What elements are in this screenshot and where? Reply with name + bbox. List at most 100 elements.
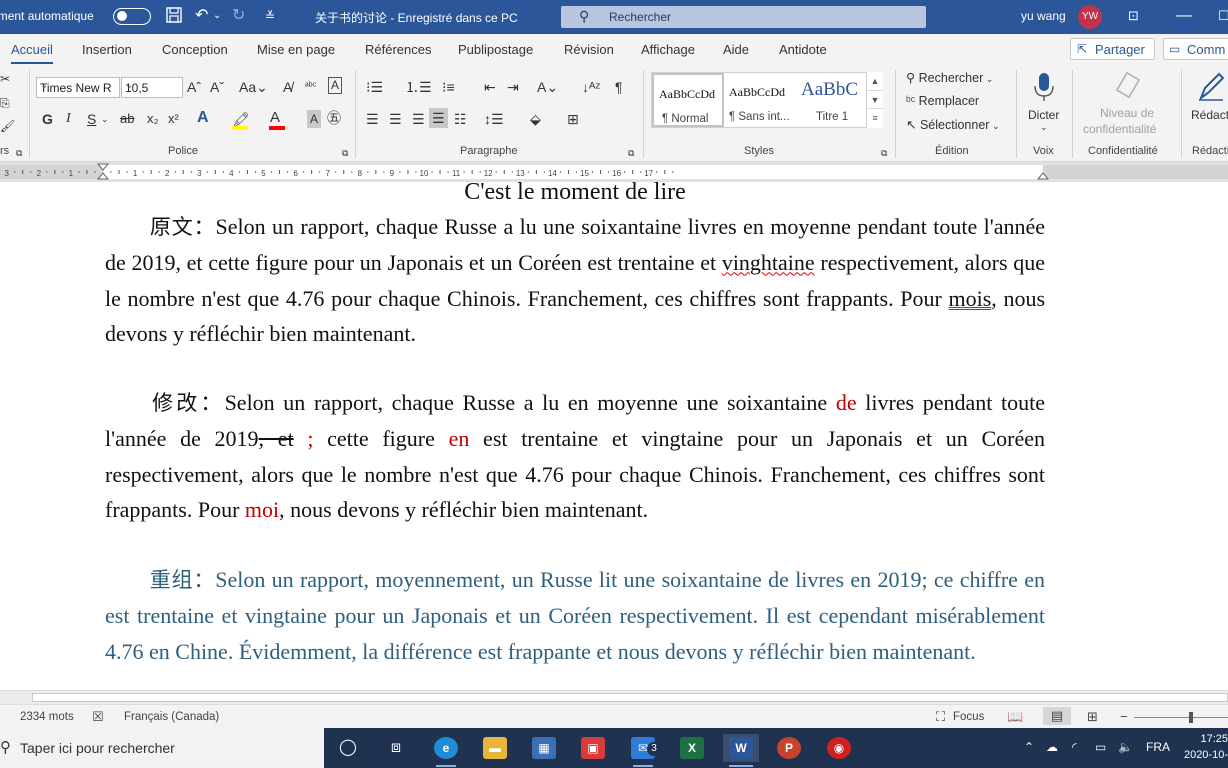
tab-mise-en-page[interactable]: Mise en page bbox=[257, 42, 335, 57]
copy-icon[interactable]: ⎘ bbox=[0, 94, 10, 112]
change-case-icon[interactable]: Aa⌄ bbox=[239, 78, 268, 96]
chevron-up-icon[interactable]: ▲ bbox=[867, 72, 883, 90]
tab-conception[interactable]: Conception bbox=[162, 42, 228, 57]
grammar-flag-word[interactable]: mois bbox=[948, 286, 991, 311]
style-sans-interligne[interactable]: AaBbCcDd ¶ Sans int... bbox=[725, 73, 797, 127]
align-center-icon[interactable]: ☰ bbox=[389, 110, 402, 128]
strikethrough-icon[interactable]: ab bbox=[120, 110, 134, 128]
screen-recorder-icon[interactable]: ◉ bbox=[823, 734, 855, 762]
asian-layout-icon[interactable]: A⌄ bbox=[537, 78, 558, 96]
store-icon[interactable]: ▦ bbox=[528, 734, 560, 762]
shrink-font-icon[interactable]: Aˇ bbox=[210, 78, 224, 96]
task-view-icon[interactable]: ⧈ bbox=[380, 734, 412, 762]
save-icon[interactable] bbox=[165, 6, 183, 30]
underline-dropdown-icon[interactable]: ⌄ bbox=[101, 110, 109, 128]
subscript-icon[interactable]: x₂ bbox=[147, 110, 159, 128]
focus-label[interactable]: Focus bbox=[953, 711, 984, 723]
borders-icon[interactable]: ⊞ bbox=[567, 110, 579, 128]
character-shading-icon[interactable]: A bbox=[307, 110, 322, 128]
superscript-icon[interactable]: x² bbox=[168, 110, 179, 128]
shading-icon[interactable]: ⬙ bbox=[530, 110, 541, 128]
line-spacing-icon[interactable]: ↕☰ bbox=[484, 110, 504, 128]
replace-button[interactable]: ᵇᶜ Remplacer bbox=[906, 94, 979, 108]
ribbon-display-icon[interactable]: ⊡ bbox=[1128, 6, 1139, 26]
styles-dialog-launcher-icon[interactable]: ⧉ bbox=[881, 144, 887, 162]
enclose-character-icon[interactable]: ㊄ bbox=[327, 109, 341, 127]
undo-dropdown-icon[interactable]: ⌄ bbox=[213, 6, 221, 26]
increase-indent-icon[interactable]: ⇥ bbox=[507, 78, 519, 96]
maximize-icon[interactable]: ☐ bbox=[1218, 6, 1228, 26]
zoom-slider[interactable] bbox=[1134, 717, 1228, 718]
volume-icon[interactable]: 🔈 bbox=[1118, 740, 1133, 754]
phonetic-guide-icon[interactable]: ᵃᵇᶜ bbox=[305, 78, 316, 96]
word-count[interactable]: 2334 mots bbox=[20, 711, 74, 723]
zoom-slider-thumb[interactable] bbox=[1189, 712, 1193, 723]
multilevel-list-icon[interactable]: ⁝≡ bbox=[442, 78, 455, 96]
paragraph-dialog-launcher-icon[interactable]: ⧉ bbox=[628, 144, 634, 162]
distributed-icon[interactable]: ☷ bbox=[454, 110, 467, 128]
bold-icon[interactable]: G bbox=[42, 110, 53, 128]
wifi-icon[interactable]: ◜ bbox=[1072, 740, 1077, 754]
editor-button[interactable]: Rédacte bbox=[1185, 68, 1228, 140]
zoom-out-icon[interactable]: − bbox=[1120, 709, 1128, 724]
tab-publipostage[interactable]: Publipostage bbox=[458, 42, 533, 57]
mail-icon[interactable]: ✉ 3 bbox=[627, 734, 661, 767]
spelling-error-word[interactable]: vinghtaine bbox=[722, 250, 815, 275]
style-titre-1[interactable]: AaBbC Titre 1 bbox=[798, 73, 870, 127]
font-color-icon[interactable]: A bbox=[270, 109, 280, 127]
font-size-select[interactable]: 10,5 ⌄ bbox=[121, 77, 183, 98]
text-effects-icon[interactable]: A bbox=[197, 109, 209, 127]
horizontal-scrollbar[interactable] bbox=[0, 690, 1228, 704]
underline-icon[interactable]: S bbox=[87, 110, 96, 128]
redo-icon[interactable]: ↻ bbox=[232, 6, 245, 26]
onedrive-icon[interactable]: ☁ bbox=[1046, 740, 1058, 754]
cut-icon[interactable]: ✂ bbox=[0, 70, 10, 88]
sensitivity-button[interactable]: Niveau de confidentialité bbox=[1078, 68, 1176, 140]
bullets-icon[interactable]: ⁝☰ bbox=[366, 78, 383, 96]
avatar[interactable]: YW bbox=[1078, 5, 1102, 29]
styles-scroll[interactable]: ▲ ▼ ≡ bbox=[866, 72, 883, 128]
horizontal-ruler[interactable]: 3 2 1 1 2 3 4 5 6 7 8 9 10 11 12 13 14 15 16 17 bbox=[0, 162, 1228, 182]
taskbar-search[interactable]: ⚲ Taper ici pour rechercher bbox=[0, 728, 324, 768]
user-name[interactable]: yu wang bbox=[1021, 9, 1066, 23]
tab-insertion[interactable]: Insertion bbox=[82, 42, 132, 57]
font-dialog-launcher-icon[interactable]: ⧉ bbox=[342, 144, 348, 162]
document-page[interactable]: C'est le moment de lire 原文：Selon un rapp… bbox=[0, 182, 1228, 690]
minimize-icon[interactable]: — bbox=[1176, 6, 1192, 26]
print-layout-icon[interactable]: ▤ bbox=[1043, 707, 1071, 725]
autosave-toggle[interactable] bbox=[113, 8, 151, 25]
tab-aide[interactable]: Aide bbox=[723, 42, 749, 57]
tab-affichage[interactable]: Affichage bbox=[641, 42, 695, 57]
undo-icon[interactable]: ↶ bbox=[195, 6, 208, 26]
align-right-icon[interactable]: ☰ bbox=[412, 110, 425, 128]
character-border-icon[interactable]: A bbox=[328, 77, 343, 94]
grow-font-icon[interactable]: Aˆ bbox=[187, 78, 201, 96]
tab-references[interactable]: Références bbox=[365, 42, 431, 57]
word-icon[interactable]: W bbox=[723, 734, 759, 767]
file-explorer-icon[interactable]: ▬ bbox=[479, 734, 511, 762]
focus-icon[interactable]: ⛶ bbox=[936, 709, 945, 725]
select-button[interactable]: ↖ Sélectionner ⌄ bbox=[906, 117, 1000, 132]
dictate-button[interactable]: Dicter ⌄ bbox=[1022, 68, 1066, 140]
customize-toolbar-icon[interactable]: ≚ bbox=[265, 6, 275, 26]
tab-accueil[interactable]: Accueil bbox=[11, 42, 53, 65]
battery-icon[interactable]: ▭ bbox=[1095, 740, 1106, 754]
decrease-indent-icon[interactable]: ⇤ bbox=[484, 78, 496, 96]
search-box[interactable]: ⚲ Rechercher bbox=[561, 6, 926, 28]
clipboard-launcher-icon[interactable]: ⧉ bbox=[16, 144, 22, 162]
align-left-icon[interactable]: ☰ bbox=[366, 110, 379, 128]
language-indicator[interactable]: Français (Canada) bbox=[124, 711, 219, 723]
more-styles-icon[interactable]: ≡ bbox=[867, 108, 883, 126]
sort-icon[interactable]: ↓ᴬᶻ bbox=[582, 78, 600, 96]
show-formatting-icon[interactable]: ¶ bbox=[615, 78, 623, 96]
italic-icon[interactable]: I bbox=[66, 110, 71, 128]
format-painter-icon[interactable]: 🖌 bbox=[0, 117, 15, 135]
web-layout-icon[interactable]: ⊞ bbox=[1087, 709, 1098, 725]
edge-icon[interactable]: e bbox=[430, 734, 462, 767]
tray-overflow-icon[interactable]: ⌃ bbox=[1024, 740, 1034, 754]
input-language[interactable]: FRA bbox=[1146, 740, 1170, 754]
comments-button[interactable]: ▭ Comm bbox=[1163, 38, 1228, 60]
numbering-icon[interactable]: ⒈☰ bbox=[405, 78, 432, 96]
justify-icon[interactable]: ☰ bbox=[429, 108, 448, 128]
font-name-select[interactable]: Times New R ⌄ bbox=[36, 77, 120, 98]
